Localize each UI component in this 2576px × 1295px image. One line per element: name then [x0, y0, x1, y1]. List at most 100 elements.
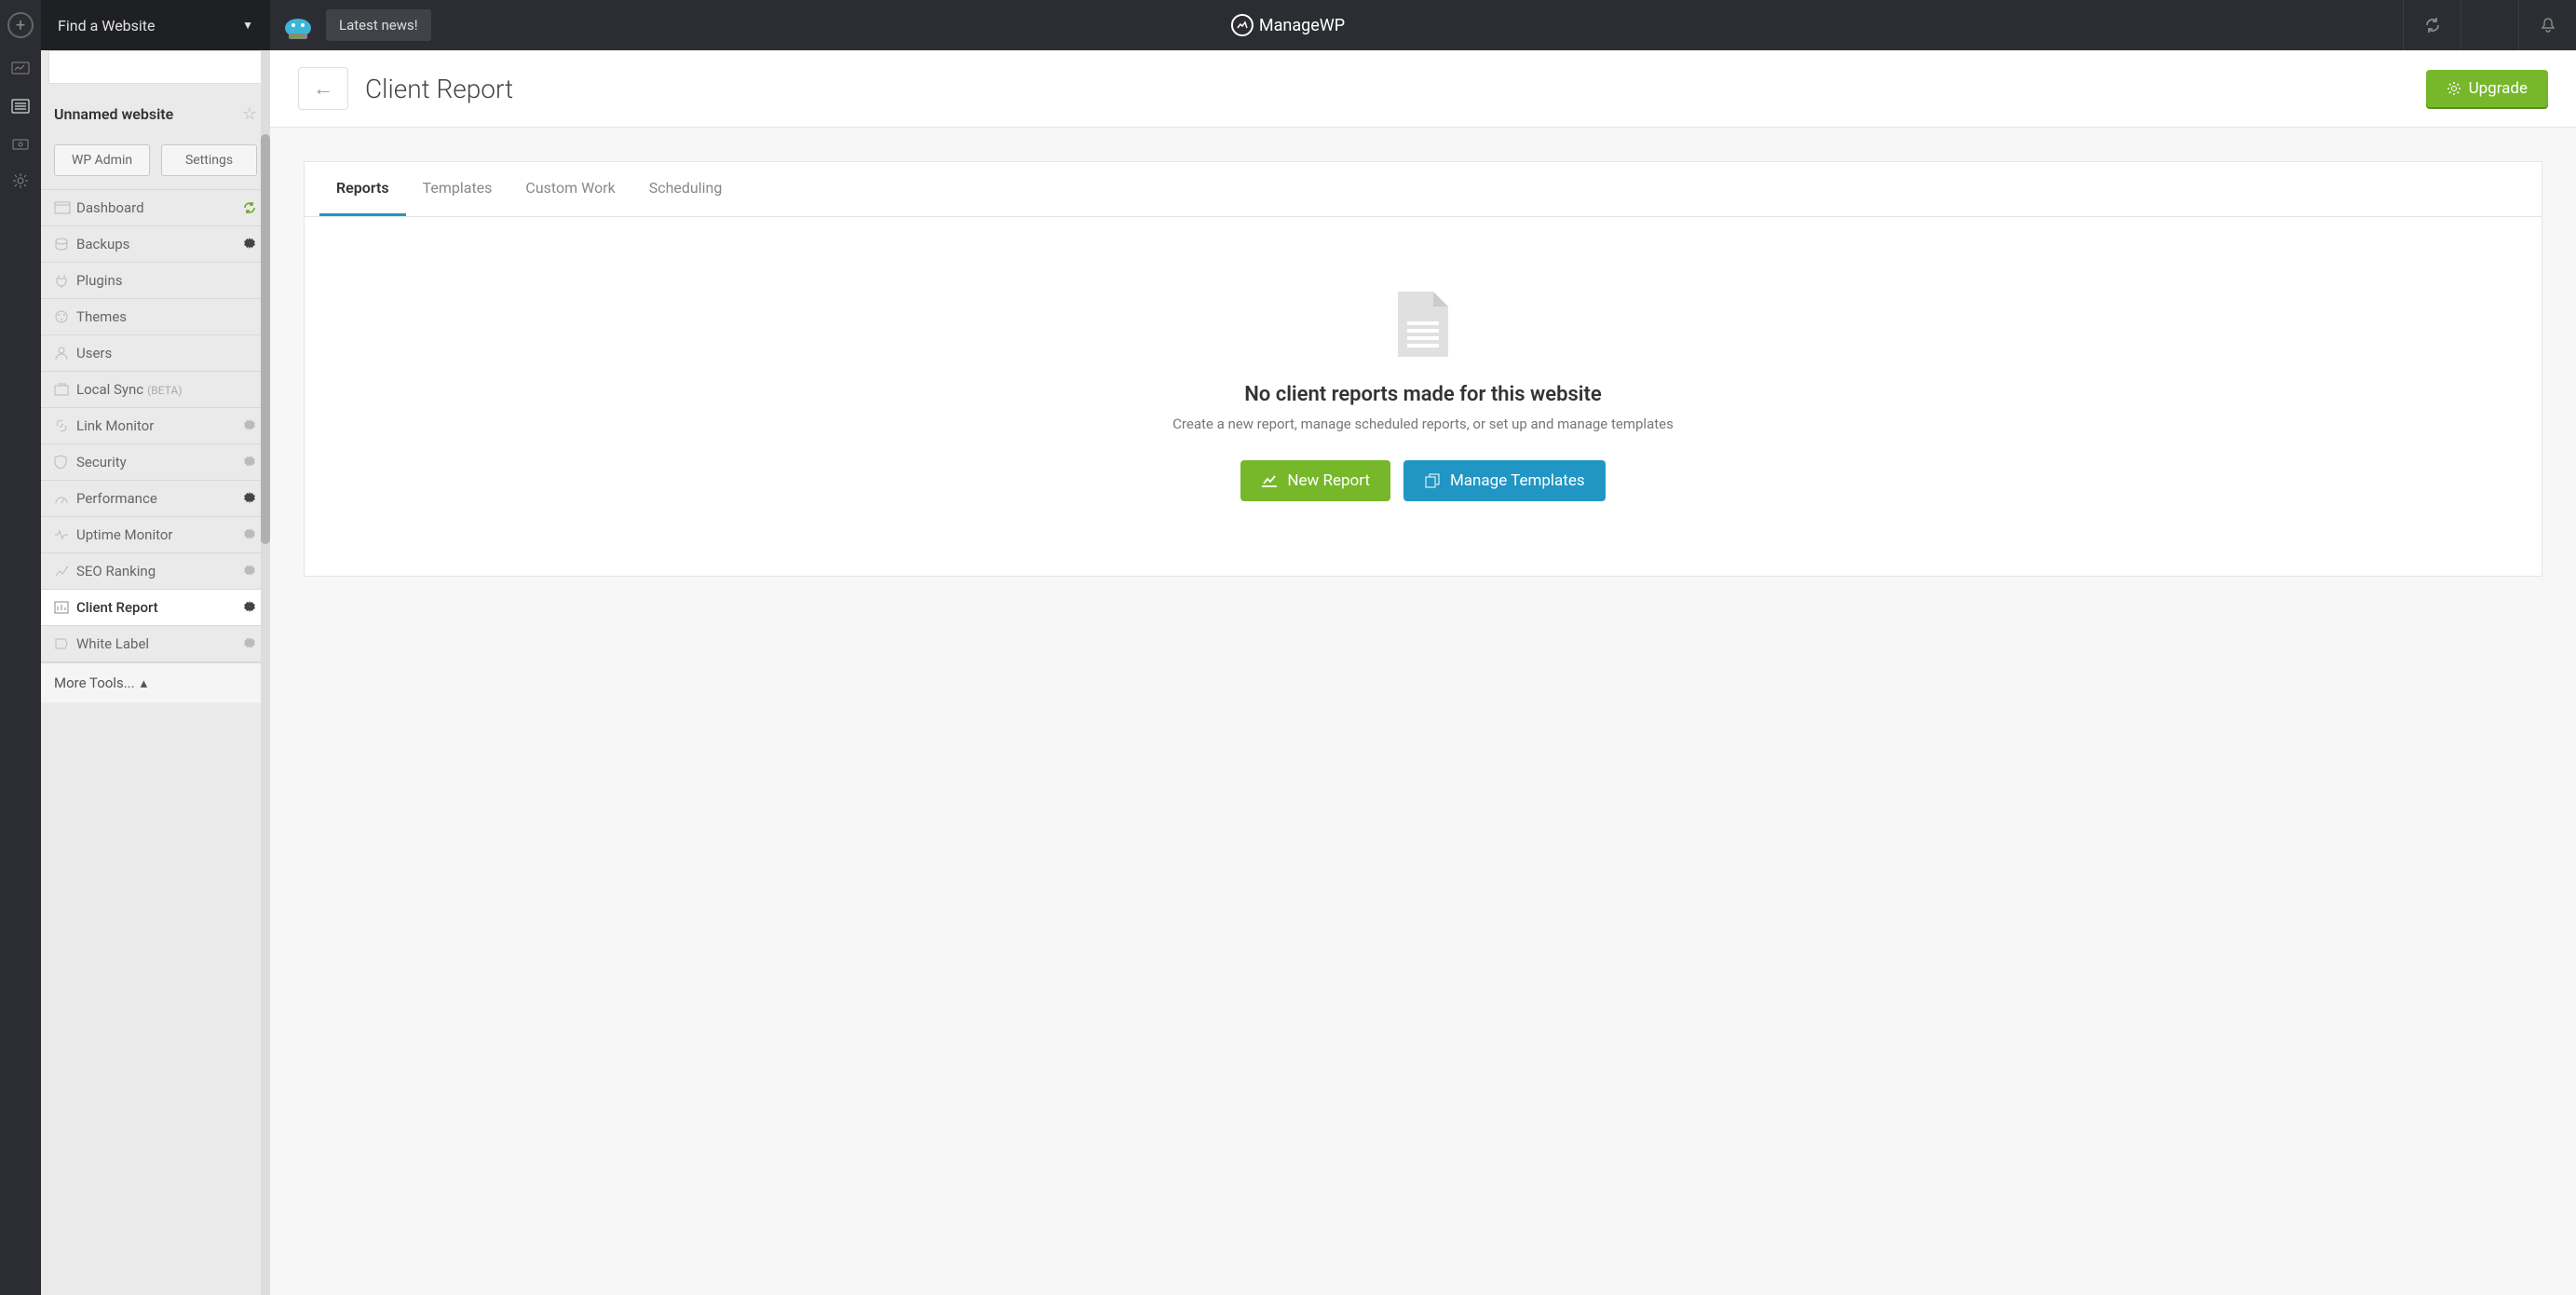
mascot-icon: [270, 9, 326, 41]
logo-text: ManageWP: [1259, 16, 1345, 35]
main-content: ← Client Report Upgrade ReportsTemplates…: [270, 50, 2576, 1295]
topbar: + Find a Website ▼ Latest news! ManageWP: [0, 0, 2576, 50]
topbar-add-area: +: [0, 0, 41, 50]
rail-settings[interactable]: [0, 162, 41, 199]
nav-item-uptime-monitor[interactable]: Uptime Monitor: [41, 517, 270, 553]
rail-websites[interactable]: [0, 88, 41, 125]
empty-state: No client reports made for this website …: [305, 217, 2542, 576]
nav-icon: [54, 529, 76, 540]
nav-item-themes[interactable]: Themes: [41, 299, 270, 335]
site-name: Unnamed website: [54, 105, 173, 123]
nav-label: Security: [76, 454, 242, 470]
nav-item-security[interactable]: Security: [41, 444, 270, 481]
gear-icon[interactable]: [242, 491, 257, 506]
chart-icon: [1261, 473, 1278, 488]
nav-icon: [54, 565, 76, 578]
nav-label: Performance: [76, 490, 242, 507]
upgrade-button[interactable]: Upgrade: [2426, 70, 2548, 107]
tabs: ReportsTemplatesCustom WorkScheduling: [305, 162, 2542, 217]
nav-icon: [54, 418, 76, 433]
back-button[interactable]: ←: [298, 67, 348, 110]
manage-templates-button[interactable]: Manage Templates: [1403, 460, 1606, 501]
nav-item-white-label[interactable]: White Label: [41, 626, 270, 662]
page-title: Client Report: [365, 74, 513, 104]
sidebar-scrollbar[interactable]: [261, 50, 270, 1295]
refresh-button[interactable]: [2403, 0, 2461, 50]
nav-icon: [54, 637, 76, 650]
gear-icon[interactable]: [242, 564, 257, 579]
nav-icon: [54, 201, 76, 214]
tab-templates[interactable]: Templates: [406, 162, 509, 216]
nav-icon: [54, 383, 76, 396]
bell-icon: [2540, 17, 2556, 34]
main-header: ← Client Report Upgrade: [270, 50, 2576, 128]
find-website-dropdown[interactable]: Find a Website ▼: [41, 0, 270, 50]
nav-label: White Label: [76, 635, 242, 652]
settings-button[interactable]: Settings: [161, 144, 257, 176]
nav-item-plugins[interactable]: Plugins: [41, 263, 270, 299]
nav-item-backups[interactable]: Backups: [41, 226, 270, 263]
caret-up-icon: ▴: [141, 675, 148, 691]
empty-subtitle: Create a new report, manage scheduled re…: [323, 416, 2523, 432]
topbar-right: [2403, 0, 2576, 50]
nav-label: Client Report: [76, 599, 242, 616]
nav-label: Local Sync(BETA): [76, 381, 257, 398]
gear-icon[interactable]: [242, 600, 257, 615]
new-report-button[interactable]: New Report: [1241, 460, 1390, 501]
nav-item-dashboard[interactable]: Dashboard: [41, 190, 270, 226]
copy-icon: [1424, 472, 1441, 489]
favorite-button[interactable]: ☆: [242, 104, 257, 124]
document-icon: [1398, 292, 1448, 357]
site-preview: [48, 50, 263, 84]
tab-scheduling[interactable]: Scheduling: [632, 162, 739, 216]
wp-admin-button[interactable]: WP Admin: [54, 144, 150, 176]
scrollbar-thumb[interactable]: [261, 134, 270, 544]
gear-icon[interactable]: [242, 418, 257, 433]
nav-item-link-monitor[interactable]: Link Monitor: [41, 408, 270, 444]
tab-reports[interactable]: Reports: [319, 162, 406, 216]
nav-label: Themes: [76, 308, 257, 325]
tab-custom-work[interactable]: Custom Work: [508, 162, 631, 216]
notifications-button[interactable]: [2518, 0, 2576, 50]
nav-label: Uptime Monitor: [76, 526, 242, 543]
logo-icon: [1231, 14, 1254, 36]
caret-down-icon: ▼: [242, 19, 253, 32]
gear-icon[interactable]: [242, 237, 257, 252]
latest-news-button[interactable]: Latest news!: [326, 9, 431, 41]
nav-icon: [54, 601, 76, 614]
sidebar: Unnamed website ☆ WP Admin Settings Dash…: [41, 50, 270, 1295]
gear-icon[interactable]: [242, 636, 257, 651]
nav-item-seo-ranking[interactable]: SEO Ranking: [41, 553, 270, 590]
add-website-button[interactable]: +: [7, 12, 34, 38]
icon-rail: [0, 50, 41, 1295]
nav-item-client-report[interactable]: Client Report: [41, 590, 270, 626]
nav-icon: [54, 492, 76, 505]
refresh-icon[interactable]: [242, 200, 257, 215]
nav-label: Link Monitor: [76, 417, 242, 434]
nav-icon: [54, 309, 76, 324]
more-tools-toggle[interactable]: More Tools... ▴: [41, 662, 270, 702]
nav-label: Plugins: [76, 272, 257, 289]
nav-item-performance[interactable]: Performance: [41, 481, 270, 517]
nav-icon: [54, 237, 76, 252]
plus-icon: +: [16, 16, 25, 35]
gear-icon[interactable]: [242, 455, 257, 470]
rail-overview[interactable]: [0, 50, 41, 88]
rail-clients[interactable]: [0, 125, 41, 162]
nav-item-users[interactable]: Users: [41, 335, 270, 372]
nav-item-local-sync[interactable]: Local Sync(BETA): [41, 372, 270, 408]
user-menu-button[interactable]: [2461, 0, 2518, 50]
nav-label: Users: [76, 345, 257, 361]
find-website-label: Find a Website: [58, 17, 156, 34]
refresh-icon: [2423, 16, 2442, 34]
site-header: Unnamed website ☆: [41, 95, 270, 133]
empty-title: No client reports made for this website: [323, 383, 2523, 406]
nav-icon: [54, 455, 76, 470]
gear-icon: [2447, 81, 2461, 96]
logo: ManageWP: [1231, 14, 1345, 36]
gear-icon[interactable]: [242, 527, 257, 542]
nav-label: SEO Ranking: [76, 563, 242, 579]
nav-icon: [54, 346, 76, 361]
beta-badge: (BETA): [147, 384, 182, 397]
arrow-left-icon: ←: [313, 76, 333, 101]
